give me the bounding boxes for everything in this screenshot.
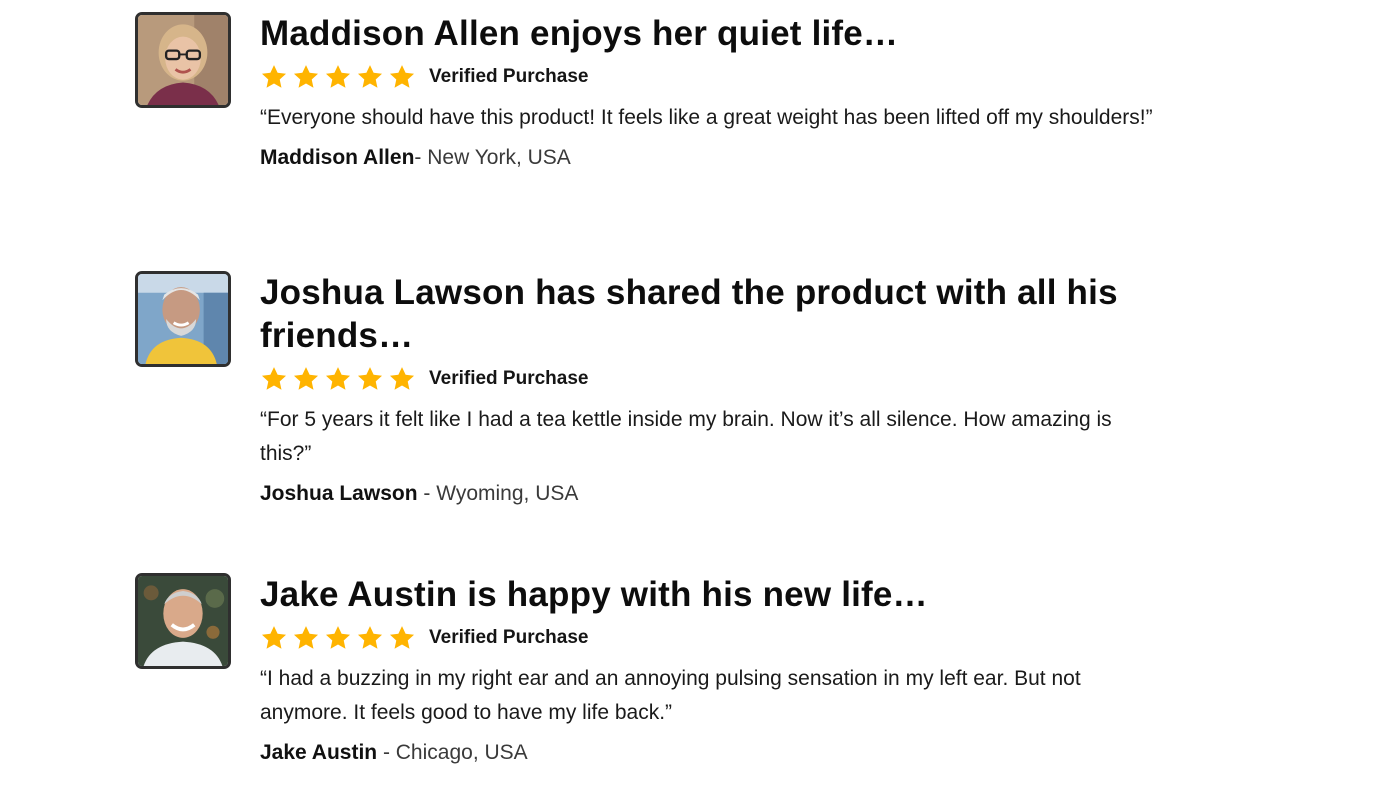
star-icon (325, 65, 351, 88)
avatar (135, 12, 231, 108)
review-content: Maddison Allen enjoys her quiet life… Ve… (260, 12, 1180, 173)
author-name: Maddison Allen (260, 146, 415, 169)
avatar-photo-icon (138, 576, 228, 666)
avatar-photo-icon (138, 274, 228, 364)
rating-row: Verified Purchase (260, 61, 1180, 93)
review-author: Jake Austin - Chicago, USA (260, 738, 1180, 768)
verified-purchase-label: Verified Purchase (429, 66, 589, 87)
avatar (135, 573, 231, 669)
star-icon (261, 626, 287, 649)
author-location: - Wyoming, USA (417, 482, 579, 505)
rating-row: Verified Purchase (260, 622, 1180, 654)
avatar (135, 271, 231, 367)
avatar-photo-icon (138, 15, 228, 105)
star-rating (260, 624, 416, 652)
author-name: Joshua Lawson (260, 482, 418, 505)
review-headline: Maddison Allen enjoys her quiet life… (260, 14, 899, 53)
star-icon (325, 367, 351, 390)
star-icon (293, 626, 319, 649)
review-quote: “Everyone should have this product! It f… (260, 106, 1153, 129)
author-location: - New York, USA (414, 146, 571, 169)
author-name: Jake Austin (260, 741, 378, 764)
star-rating (260, 365, 416, 393)
verified-purchase-label: Verified Purchase (429, 627, 589, 648)
star-icon (293, 367, 319, 390)
star-icon (261, 65, 287, 88)
reviews-list: Maddison Allen enjoys her quiet life… Ve… (0, 0, 1386, 792)
author-location: - Chicago, USA (377, 741, 528, 764)
review-author: Maddison Allen- New York, USA (260, 143, 1180, 173)
review-quote: “For 5 years it felt like I had a tea ke… (260, 408, 1112, 465)
review-headline: Jake Austin is happy with his new life… (260, 575, 928, 614)
verified-purchase-label: Verified Purchase (429, 368, 589, 389)
star-icon (261, 367, 287, 390)
star-icon (325, 626, 351, 649)
review-content: Jake Austin is happy with his new life… … (260, 573, 1180, 768)
star-icon (389, 367, 415, 390)
star-icon (357, 626, 383, 649)
review-author: Joshua Lawson - Wyoming, USA (260, 479, 1180, 509)
star-icon (389, 626, 415, 649)
star-icon (389, 65, 415, 88)
star-icon (293, 65, 319, 88)
review-content: Joshua Lawson has shared the product wit… (260, 271, 1180, 509)
review-quote: “I had a buzzing in my right ear and an … (260, 667, 1081, 724)
review-headline: Joshua Lawson has shared the product wit… (260, 273, 1118, 355)
star-icon (357, 367, 383, 390)
star-icon (357, 65, 383, 88)
rating-row: Verified Purchase (260, 363, 1180, 395)
star-rating (260, 63, 416, 91)
